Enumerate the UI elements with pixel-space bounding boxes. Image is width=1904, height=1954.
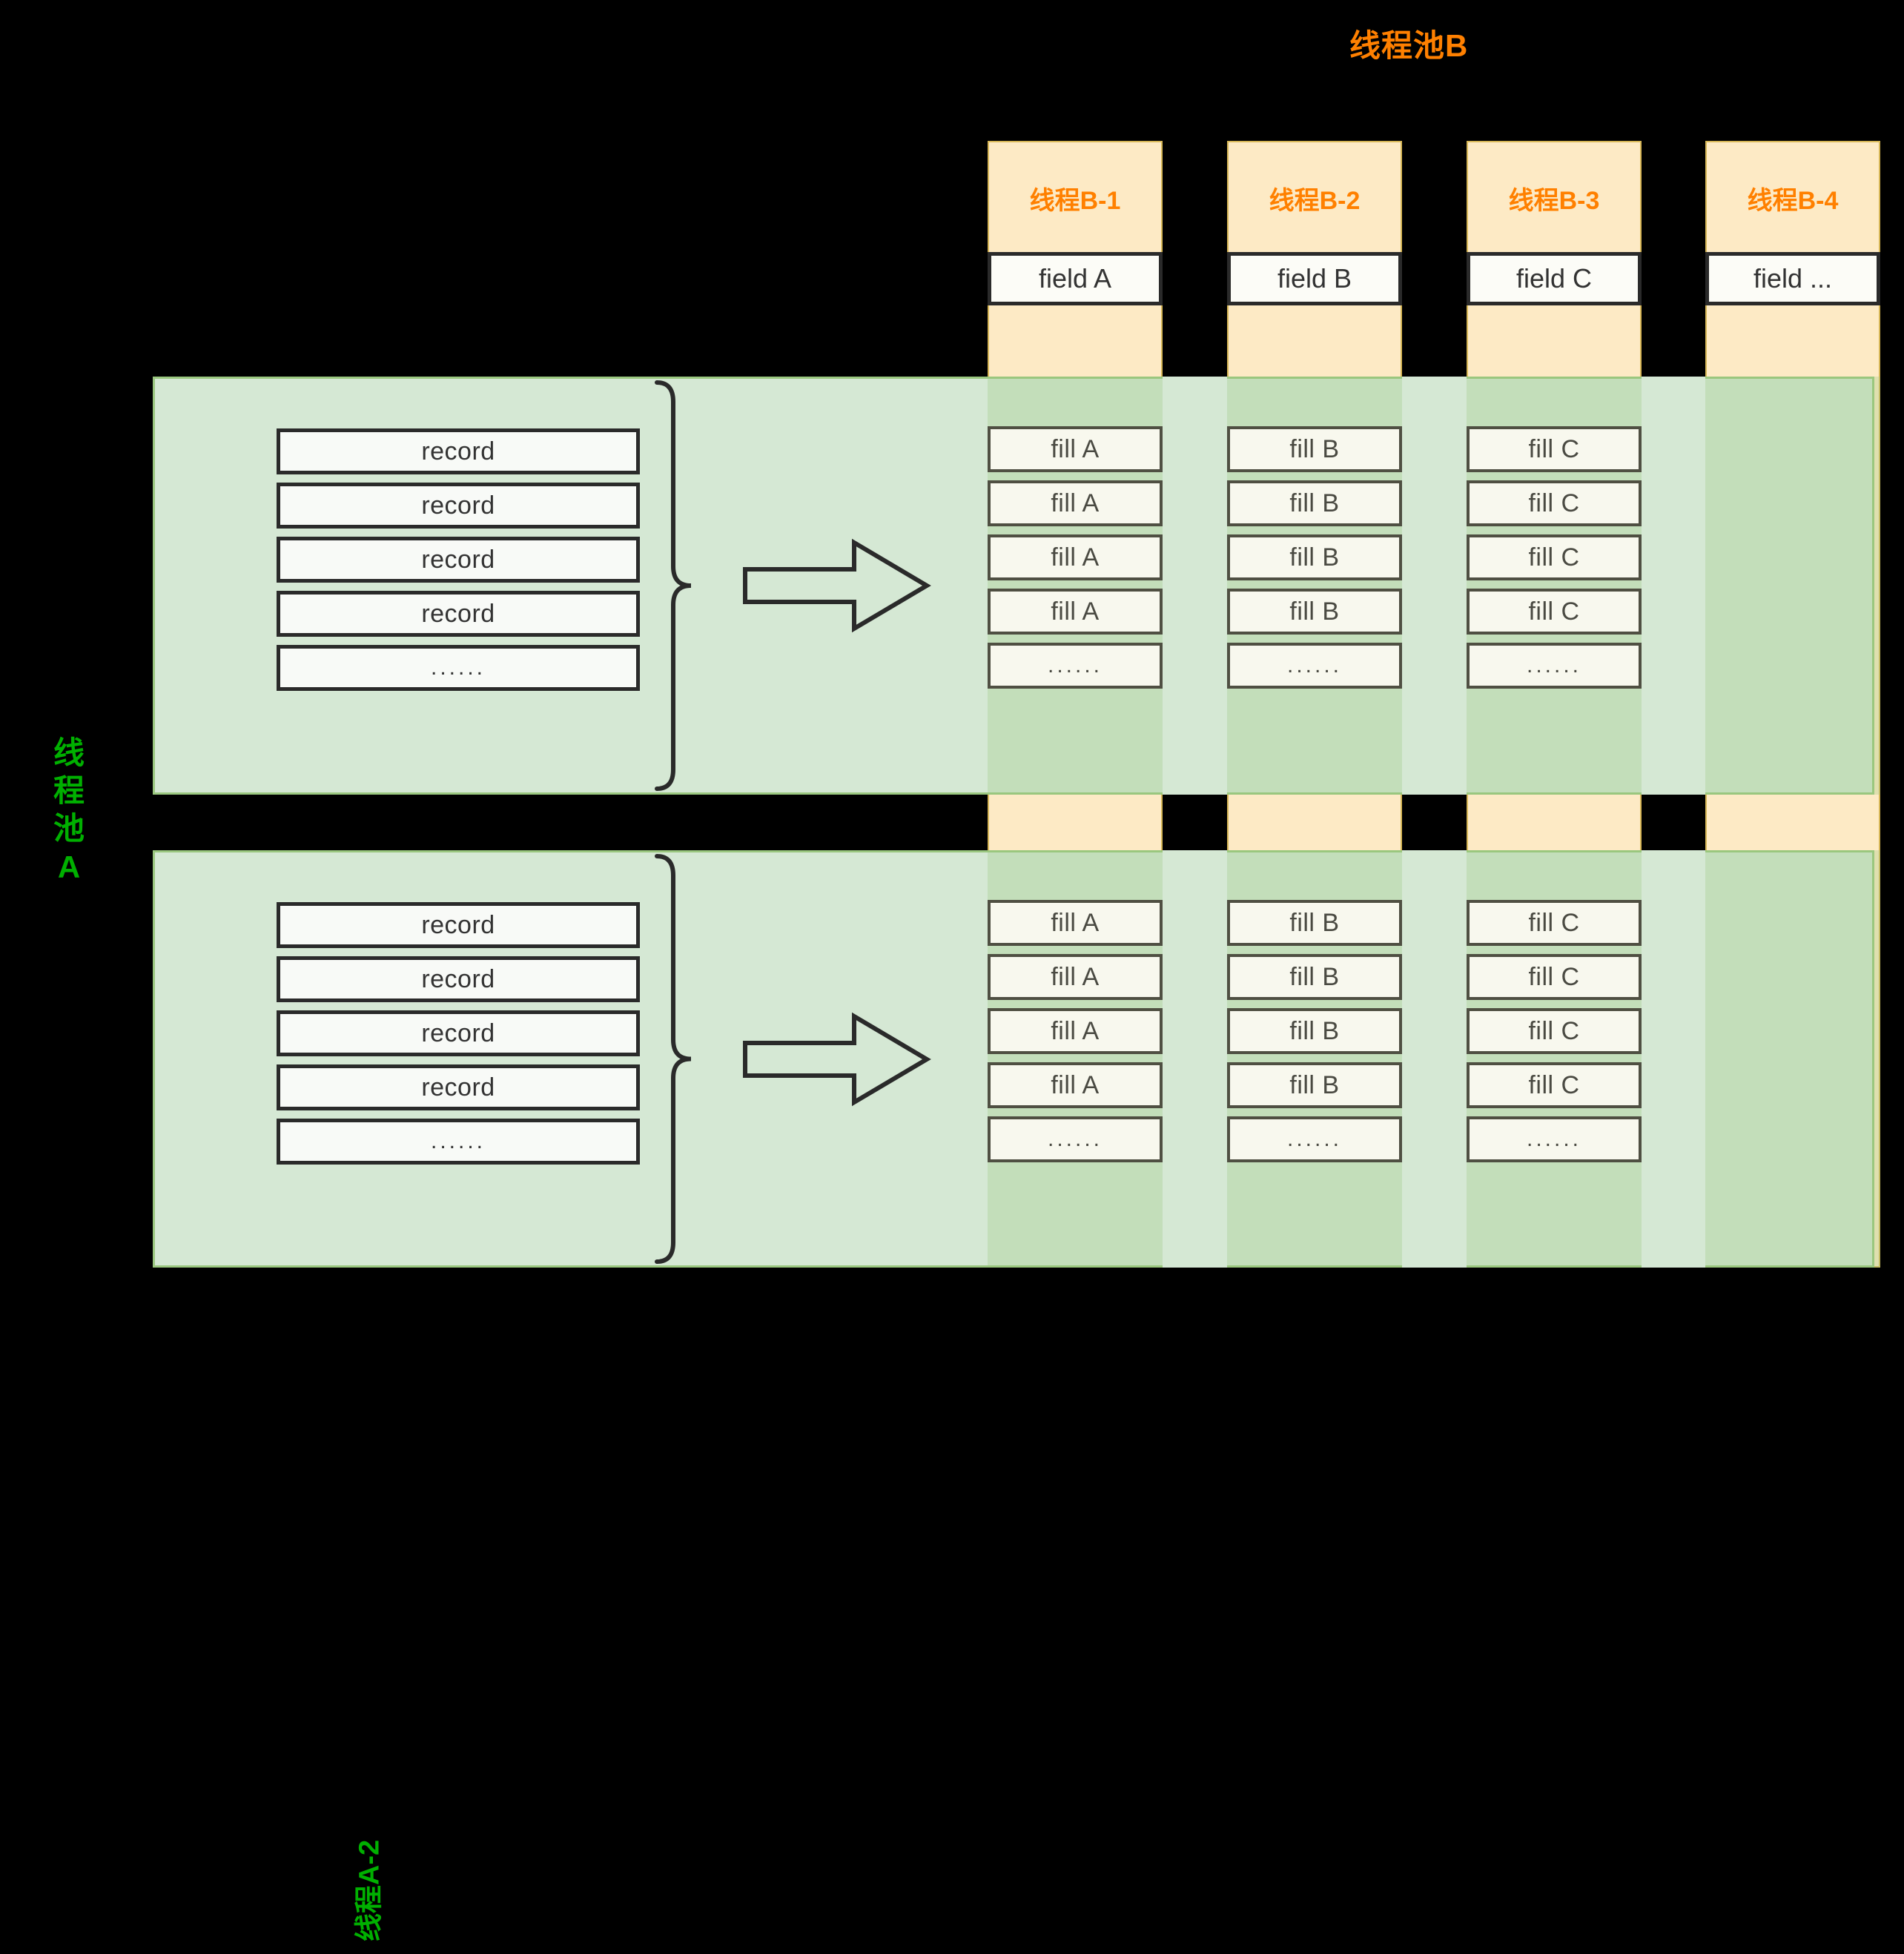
column-gap-strip-1 xyxy=(1163,850,1227,1268)
record-box: record xyxy=(277,483,640,529)
top-background-mask xyxy=(0,0,1904,141)
record-box: record xyxy=(277,902,640,948)
fill-box: ...... xyxy=(1227,643,1402,689)
thread-b-column-1-band-slice xyxy=(988,795,1163,850)
record-box: ...... xyxy=(277,645,640,691)
thread-a-2-arrow-right-icon xyxy=(743,1012,931,1106)
fill-box: fill B xyxy=(1227,480,1402,526)
record-box: record xyxy=(277,591,640,637)
column-gap-strip-3 xyxy=(1642,377,1705,795)
thread-a-1-brace-icon xyxy=(655,380,692,791)
fill-box: ...... xyxy=(1467,643,1642,689)
column-gap-strip-2 xyxy=(1402,850,1467,1268)
record-box: record xyxy=(277,956,640,1002)
fill-box: fill C xyxy=(1467,1008,1642,1054)
thread-pool-b-title: 线程池B xyxy=(1349,28,1469,63)
fill-box: fill A xyxy=(988,534,1163,580)
thread-b-column-1-field: field A xyxy=(988,252,1163,305)
thread-b-column-3-field: field C xyxy=(1467,252,1642,305)
fill-box: fill C xyxy=(1467,426,1642,472)
fill-box: fill B xyxy=(1227,1062,1402,1108)
fill-box: fill C xyxy=(1467,480,1642,526)
fill-box: fill A xyxy=(988,426,1163,472)
fill-box: ...... xyxy=(1227,1116,1402,1162)
fill-box: fill B xyxy=(1227,426,1402,472)
thread-b-column-4-band-slice xyxy=(1705,795,1880,850)
fill-box: fill C xyxy=(1467,900,1642,946)
fill-box: fill A xyxy=(988,954,1163,1000)
thread-b-column-4-label: 线程B-4 xyxy=(1747,186,1839,215)
olive-overlay-col-4 xyxy=(1705,850,1880,1268)
fill-box: ...... xyxy=(988,1116,1163,1162)
thread-b-column-3-band-slice xyxy=(1467,795,1642,850)
thread-a-2-brace-icon xyxy=(655,854,692,1264)
column-gap-strip-2 xyxy=(1402,377,1467,795)
thread-b-column-3-label: 线程B-3 xyxy=(1508,186,1600,215)
fill-box: fill A xyxy=(988,1008,1163,1054)
fill-box: fill C xyxy=(1467,534,1642,580)
olive-overlay-col-4 xyxy=(1705,377,1880,795)
fill-box: fill A xyxy=(988,1062,1163,1108)
fill-box: fill B xyxy=(1227,589,1402,635)
diagram-canvas: 线程池B 线 程 池 A 线程B-1 field A 线程B-2 field B… xyxy=(0,0,1904,1941)
record-box: record xyxy=(277,537,640,583)
fill-box: fill A xyxy=(988,900,1163,946)
fill-box: fill B xyxy=(1227,534,1402,580)
fill-box: fill C xyxy=(1467,589,1642,635)
thread-a-2-label: 线程A-2 xyxy=(354,1839,386,1942)
thread-b-column-4-field: field ... xyxy=(1705,252,1880,305)
thread-a-1-arrow-right-icon xyxy=(743,538,931,633)
thread-pool-a-title: 线 程 池 A xyxy=(53,735,85,884)
fill-box: fill B xyxy=(1227,900,1402,946)
fill-box: ...... xyxy=(988,643,1163,689)
thread-b-column-1-label: 线程B-1 xyxy=(1029,186,1121,215)
fill-box: fill B xyxy=(1227,954,1402,1000)
record-box: record xyxy=(277,1010,640,1056)
column-gap-strip-1 xyxy=(1163,377,1227,795)
record-box: record xyxy=(277,428,640,474)
fill-box: fill A xyxy=(988,480,1163,526)
fill-box: fill A xyxy=(988,589,1163,635)
thread-b-column-2-field: field B xyxy=(1227,252,1402,305)
fill-box: ...... xyxy=(1467,1116,1642,1162)
fill-box: fill C xyxy=(1467,954,1642,1000)
fill-box: fill B xyxy=(1227,1008,1402,1054)
thread-b-column-2-band-slice xyxy=(1227,795,1402,850)
column-gap-strip-3 xyxy=(1642,850,1705,1268)
record-box: ...... xyxy=(277,1119,640,1165)
fill-box: fill C xyxy=(1467,1062,1642,1108)
record-box: record xyxy=(277,1064,640,1110)
thread-b-column-2-label: 线程B-2 xyxy=(1269,186,1361,215)
